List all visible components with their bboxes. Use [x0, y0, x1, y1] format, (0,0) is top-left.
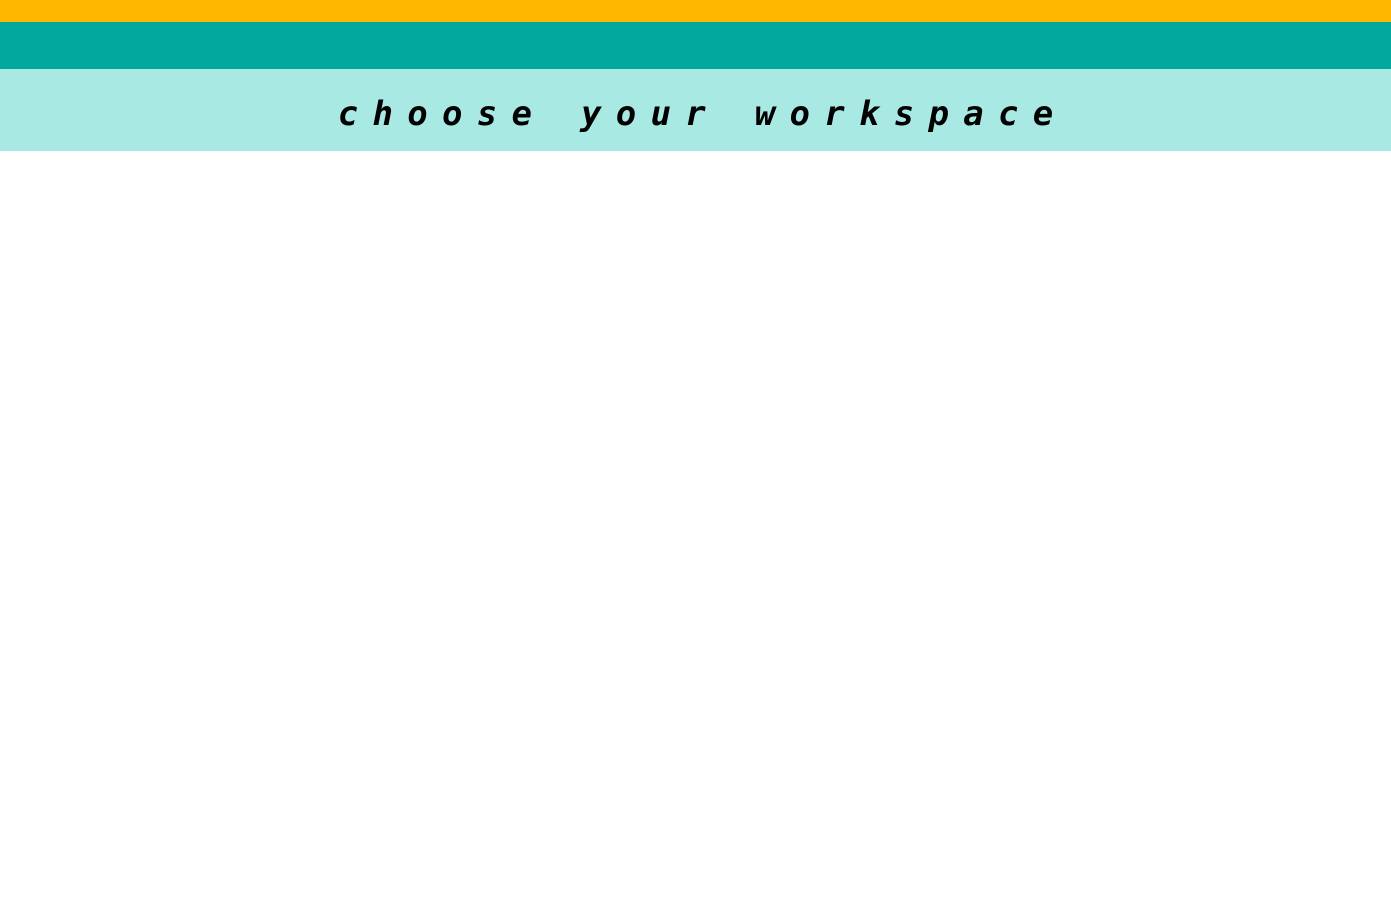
title-banner: choose your workspace: [0, 69, 1391, 151]
top-accent-bar: [0, 0, 1391, 22]
page-title: choose your workspace: [337, 94, 1068, 134]
app-window: choose your workspace: [0, 0, 1391, 901]
workspace-list-area: [0, 151, 1391, 901]
app-bar: [0, 22, 1391, 69]
